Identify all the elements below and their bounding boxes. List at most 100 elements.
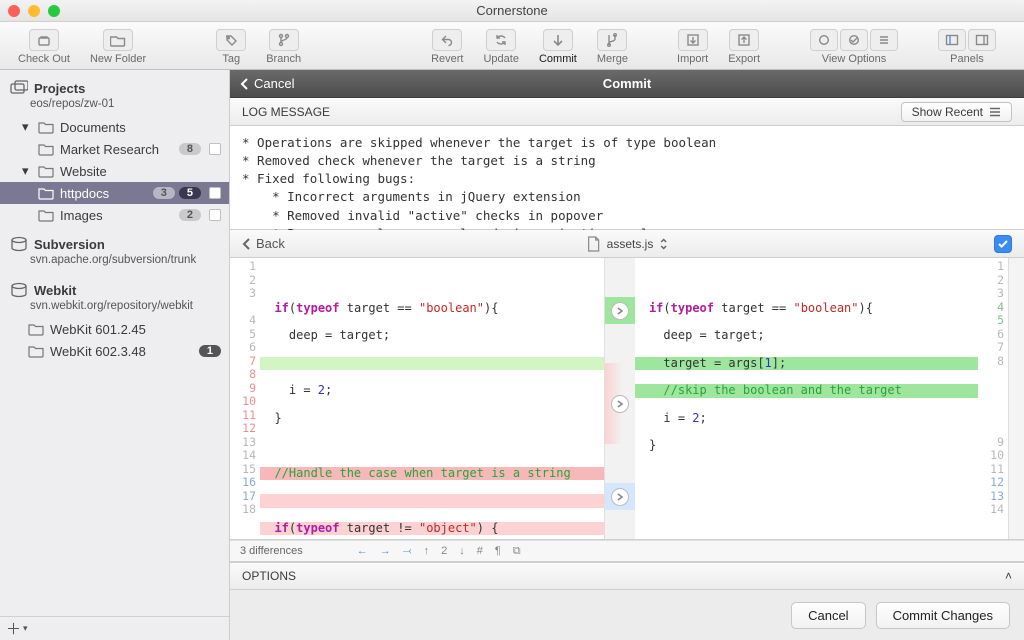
commit-changes-button[interactable]: Commit Changes bbox=[876, 602, 1010, 629]
chevron-left-icon bbox=[240, 78, 250, 90]
js-file-icon bbox=[587, 236, 601, 252]
options-label: OPTIONS bbox=[242, 569, 296, 583]
sidebar-item-webkit-601[interactable]: WebKit 601.2.45 bbox=[0, 318, 229, 340]
merge-label: Merge bbox=[597, 53, 628, 65]
diff-view: 123456789101112131415161718 if(typeof ta… bbox=[230, 258, 1024, 540]
line-gutter-left: 123456789101112131415161718 bbox=[230, 258, 260, 539]
sidebar-documents-label: Documents bbox=[60, 120, 126, 135]
checkout-button[interactable]: Check Out bbox=[8, 27, 80, 65]
sidebar-subversion-label: Subversion bbox=[34, 237, 105, 252]
item-checkbox[interactable] bbox=[209, 187, 221, 199]
diff-connector bbox=[605, 258, 635, 539]
merge-left-icon[interactable]: ⤙ bbox=[403, 545, 412, 558]
branch-label: Branch bbox=[266, 53, 301, 65]
close-window-icon[interactable] bbox=[8, 5, 20, 17]
export-button[interactable]: Export bbox=[718, 27, 770, 65]
update-button[interactable]: Update bbox=[473, 27, 528, 65]
diff-marker-del[interactable] bbox=[611, 395, 629, 413]
folder-icon bbox=[38, 186, 54, 200]
folder-icon bbox=[38, 142, 54, 156]
prev-diff-icon[interactable]: ← bbox=[357, 545, 368, 558]
count-badge: 5 bbox=[179, 187, 201, 199]
sidebar-item-label: Market Research bbox=[60, 142, 159, 157]
drive-icon bbox=[10, 80, 28, 96]
log-message-textarea[interactable]: * Operations are skipped whenever the ta… bbox=[230, 126, 1024, 230]
count-badge: 2 bbox=[179, 209, 201, 221]
options-strip[interactable]: OPTIONS ˄ bbox=[230, 562, 1024, 590]
branch-button[interactable]: Branch bbox=[256, 27, 311, 65]
tag-label: Tag bbox=[222, 53, 240, 65]
revert-button[interactable]: Revert bbox=[421, 27, 473, 65]
update-label: Update bbox=[483, 53, 518, 65]
show-recent-label: Show Recent bbox=[912, 105, 983, 119]
sidebar-documents[interactable]: ▾ Documents bbox=[0, 116, 229, 138]
line-gutter-right: 1234567891011121314 bbox=[978, 258, 1008, 539]
chevron-down-icon[interactable]: ▾ bbox=[23, 623, 28, 634]
sidebar-subversion-head[interactable]: Subversion bbox=[0, 234, 229, 254]
diff-marker-mod[interactable] bbox=[611, 488, 629, 506]
folder-icon bbox=[38, 120, 54, 134]
file-bar: Back assets.js bbox=[230, 230, 1024, 258]
new-folder-label: New Folder bbox=[90, 53, 146, 65]
sidebar-webkit-head[interactable]: Webkit bbox=[0, 280, 229, 300]
sidebar-item-market-research[interactable]: Market Research 8 bbox=[0, 138, 229, 160]
pilcrow-icon[interactable]: ¶ bbox=[495, 545, 501, 558]
chevron-left-icon bbox=[242, 238, 252, 250]
checkout-label: Check Out bbox=[18, 53, 70, 65]
sidebar-subversion-sub: svn.apache.org/subversion/trunk bbox=[0, 254, 229, 272]
scrollbar[interactable] bbox=[1008, 258, 1024, 539]
code-right[interactable]: if(typeof target == "boolean"){ deep = t… bbox=[635, 258, 979, 539]
tag-button[interactable]: Tag bbox=[206, 27, 256, 65]
cancel-button[interactable]: Cancel bbox=[791, 602, 865, 629]
sidebar-projects-sub: eos/repos/zw-01 bbox=[0, 98, 229, 116]
merge-button[interactable]: Merge bbox=[587, 27, 638, 65]
sidebar-footer: ＋ ▾ bbox=[0, 616, 229, 640]
count-badge: 8 bbox=[179, 143, 201, 155]
back-button[interactable]: Back bbox=[242, 236, 285, 251]
commit-button[interactable]: Commit bbox=[529, 27, 587, 65]
updown-icon bbox=[659, 238, 667, 250]
item-checkbox[interactable] bbox=[209, 209, 221, 221]
sidebar-item-images[interactable]: Images 2 bbox=[0, 204, 229, 226]
import-label: Import bbox=[677, 53, 708, 65]
titlebar: Cornerstone bbox=[0, 0, 1024, 22]
view-options-button[interactable]: View Options bbox=[800, 27, 908, 65]
folder-icon[interactable]: ⧉ bbox=[513, 545, 521, 558]
menu-icon bbox=[989, 107, 1001, 117]
toolbar: Check Out New Folder Tag Branch Revert U… bbox=[0, 22, 1024, 70]
sidebar-item-label: httpdocs bbox=[60, 186, 109, 201]
folder-icon bbox=[38, 164, 54, 178]
zoom-window-icon[interactable] bbox=[48, 5, 60, 17]
sidebar-website-label: Website bbox=[60, 164, 107, 179]
file-name: assets.js bbox=[607, 237, 654, 251]
chevron-down-icon: ▾ bbox=[22, 163, 32, 179]
panels-label: Panels bbox=[950, 53, 984, 65]
show-recent-button[interactable]: Show Recent bbox=[901, 102, 1012, 122]
code-left[interactable]: if(typeof target == "boolean"){ deep = t… bbox=[260, 258, 604, 539]
sidebar-item-httpdocs[interactable]: httpdocs 3 5 bbox=[0, 182, 229, 204]
diff-nav-down-icon[interactable]: ↓ bbox=[459, 545, 465, 558]
file-selector[interactable]: assets.js bbox=[587, 236, 668, 252]
import-button[interactable]: Import bbox=[667, 27, 718, 65]
next-diff-icon[interactable]: → bbox=[380, 545, 391, 558]
hash-icon[interactable]: # bbox=[477, 545, 483, 558]
sidebar-website[interactable]: ▾ Website bbox=[0, 160, 229, 182]
count-badge: 1 bbox=[199, 345, 221, 357]
include-file-checkbox[interactable] bbox=[994, 235, 1012, 253]
diff-nav-up-icon[interactable]: ↑ bbox=[424, 545, 430, 558]
sidebar-webkit-label: Webkit bbox=[34, 283, 76, 298]
panels-button[interactable]: Panels bbox=[928, 27, 1006, 65]
diff-marker-add[interactable] bbox=[611, 302, 629, 320]
minimize-window-icon[interactable] bbox=[28, 5, 40, 17]
folder-icon bbox=[28, 344, 44, 358]
sidebar-item-webkit-602[interactable]: WebKit 602.3.48 1 bbox=[0, 340, 229, 362]
sidebar-projects-label: Projects bbox=[34, 81, 85, 96]
cancel-back[interactable]: Cancel bbox=[240, 76, 294, 91]
add-icon[interactable]: ＋ bbox=[6, 618, 21, 639]
sidebar-projects-head[interactable]: Projects bbox=[0, 78, 229, 98]
count-badge: 3 bbox=[153, 187, 175, 199]
sidebar-item-label: WebKit 602.3.48 bbox=[50, 344, 146, 359]
new-folder-button[interactable]: New Folder bbox=[80, 27, 156, 65]
sidebar-item-label: WebKit 601.2.45 bbox=[50, 322, 146, 337]
item-checkbox[interactable] bbox=[209, 143, 221, 155]
